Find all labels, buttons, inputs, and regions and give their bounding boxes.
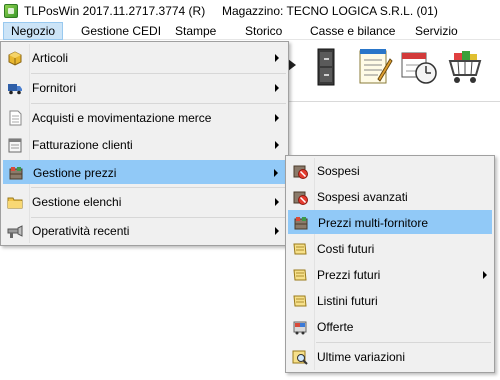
- menu-casse-bilance[interactable]: Casse e bilance: [303, 22, 402, 40]
- menu-item-gestione-prezzi-label: Gestione prezzi: [33, 166, 117, 180]
- submenu-item-offerte-label: Offerte: [317, 320, 354, 334]
- menu-item-gestione-elenchi-label: Gestione elenchi: [32, 195, 122, 209]
- menu-storico-label: Storico: [245, 24, 283, 38]
- menu-casse-bilance-label: Casse e bilance: [310, 24, 396, 38]
- invoice-icon: [7, 137, 23, 153]
- sospesi-avanzati-icon: [292, 189, 308, 205]
- price-list-icon: [292, 293, 308, 309]
- store-label: Magazzino: TECNO LOGICA S.R.L. (01): [222, 4, 438, 18]
- negozio-dropdown: Articoli Fornitori Acquisti e movimentaz…: [0, 41, 289, 246]
- menu-separator: [31, 73, 286, 74]
- folder-icon: [7, 194, 23, 210]
- toolbar: [288, 41, 500, 95]
- menu-servizio-label: Servizio: [415, 24, 458, 38]
- submenu-item-listini-futuri-label: Listini futuri: [317, 294, 378, 308]
- menu-storico[interactable]: Storico: [238, 22, 289, 40]
- menu-bar: Negozio Gestione CEDI Stampe Storico Cas…: [0, 22, 500, 40]
- submenu-item-prezzi-futuri[interactable]: Prezzi futuri: [288, 263, 492, 287]
- submenu-item-sospesi-avanzati-label: Sospesi avanzati: [317, 190, 408, 204]
- menu-separator: [31, 103, 286, 104]
- gestione-prezzi-submenu: Sospesi Sospesi avanzati Prezzi multi-fo…: [285, 155, 495, 373]
- submenu-item-listini-futuri[interactable]: Listini futuri: [288, 289, 492, 313]
- menu-stampe-label: Stampe: [175, 24, 217, 38]
- submenu-separator: [316, 342, 491, 343]
- shopping-cart-icon[interactable]: [444, 45, 486, 89]
- window-title: TLPosWin 2017.11.2717.3774 (R): [24, 4, 206, 18]
- menu-item-fornitori[interactable]: Fornitori: [3, 76, 286, 100]
- sospesi-icon: [292, 163, 308, 179]
- submenu-item-sospesi[interactable]: Sospesi: [288, 159, 492, 183]
- submenu-item-prezzi-futuri-label: Prezzi futuri: [317, 268, 381, 282]
- menu-item-gestione-prezzi[interactable]: Gestione prezzi: [3, 160, 286, 184]
- menu-negozio-label: Negozio: [11, 24, 56, 38]
- app-icon: [4, 4, 18, 18]
- submenu-arrow-icon: [275, 198, 279, 206]
- submenu-item-costi-futuri[interactable]: Costi futuri: [288, 237, 492, 261]
- menu-item-articoli[interactable]: Articoli: [3, 46, 286, 70]
- menu-gestione-cedi-label: Gestione CEDI: [81, 24, 162, 38]
- magnifier-icon: [292, 349, 308, 365]
- submenu-arrow-icon: [483, 271, 487, 279]
- costs-icon: [292, 241, 308, 257]
- menu-gestione-cedi[interactable]: Gestione CEDI: [74, 22, 168, 40]
- price-tags-icon: [8, 165, 24, 181]
- menu-separator: [31, 217, 286, 218]
- submenu-item-prezzi-multi-fornitore-label: Prezzi multi-fornitore: [318, 216, 429, 230]
- menu-item-acquisti[interactable]: Acquisti e movimentazione merce: [3, 106, 286, 130]
- toolbar-edge-arrow-icon[interactable]: [288, 55, 298, 75]
- cabinet-icon[interactable]: [306, 45, 348, 89]
- menu-item-fatturazione[interactable]: Fatturazione clienti: [3, 133, 286, 157]
- submenu-item-prezzi-multi-fornitore[interactable]: Prezzi multi-fornitore: [288, 210, 492, 234]
- notepad-icon[interactable]: [352, 45, 394, 89]
- truck-icon: [7, 80, 23, 96]
- menu-item-operativita-recenti-label: Operatività recenti: [32, 224, 130, 238]
- menu-servizio[interactable]: Servizio: [408, 22, 465, 40]
- menu-negozio[interactable]: Negozio: [3, 22, 64, 40]
- menu-item-fornitori-label: Fornitori: [32, 81, 77, 95]
- submenu-arrow-icon: [275, 84, 279, 92]
- document-icon: [7, 110, 23, 126]
- submenu-item-sospesi-label: Sospesi: [317, 164, 360, 178]
- submenu-arrow-icon: [275, 114, 279, 122]
- menu-stampe[interactable]: Stampe: [168, 22, 223, 40]
- submenu-item-sospesi-avanzati[interactable]: Sospesi avanzati: [288, 185, 492, 209]
- submenu-arrow-icon: [275, 141, 279, 149]
- tools-icon: [7, 223, 23, 239]
- menu-item-acquisti-label: Acquisti e movimentazione merce: [32, 111, 212, 125]
- calendar-clock-icon[interactable]: [398, 45, 440, 89]
- submenu-item-ultime-variazioni[interactable]: Ultime variazioni: [288, 345, 492, 369]
- submenu-item-offerte[interactable]: Offerte: [288, 315, 492, 339]
- submenu-item-ultime-variazioni-label: Ultime variazioni: [317, 350, 406, 364]
- multi-supplier-icon: [293, 215, 309, 231]
- future-prices-icon: [292, 267, 308, 283]
- menu-separator: [31, 187, 286, 188]
- menu-item-operativita-recenti[interactable]: Operatività recenti: [3, 219, 286, 243]
- submenu-item-costi-futuri-label: Costi futuri: [317, 242, 375, 256]
- menu-item-fatturazione-label: Fatturazione clienti: [32, 138, 133, 152]
- menu-item-articoli-label: Articoli: [32, 51, 69, 65]
- box-icon: [7, 50, 23, 66]
- title-bar: TLPosWin 2017.11.2717.3774 (R) Magazzino…: [0, 0, 500, 22]
- offers-icon: [292, 319, 308, 335]
- submenu-arrow-icon: [274, 169, 278, 177]
- submenu-arrow-icon: [275, 54, 279, 62]
- menu-item-gestione-elenchi[interactable]: Gestione elenchi: [3, 190, 286, 214]
- submenu-arrow-icon: [275, 227, 279, 235]
